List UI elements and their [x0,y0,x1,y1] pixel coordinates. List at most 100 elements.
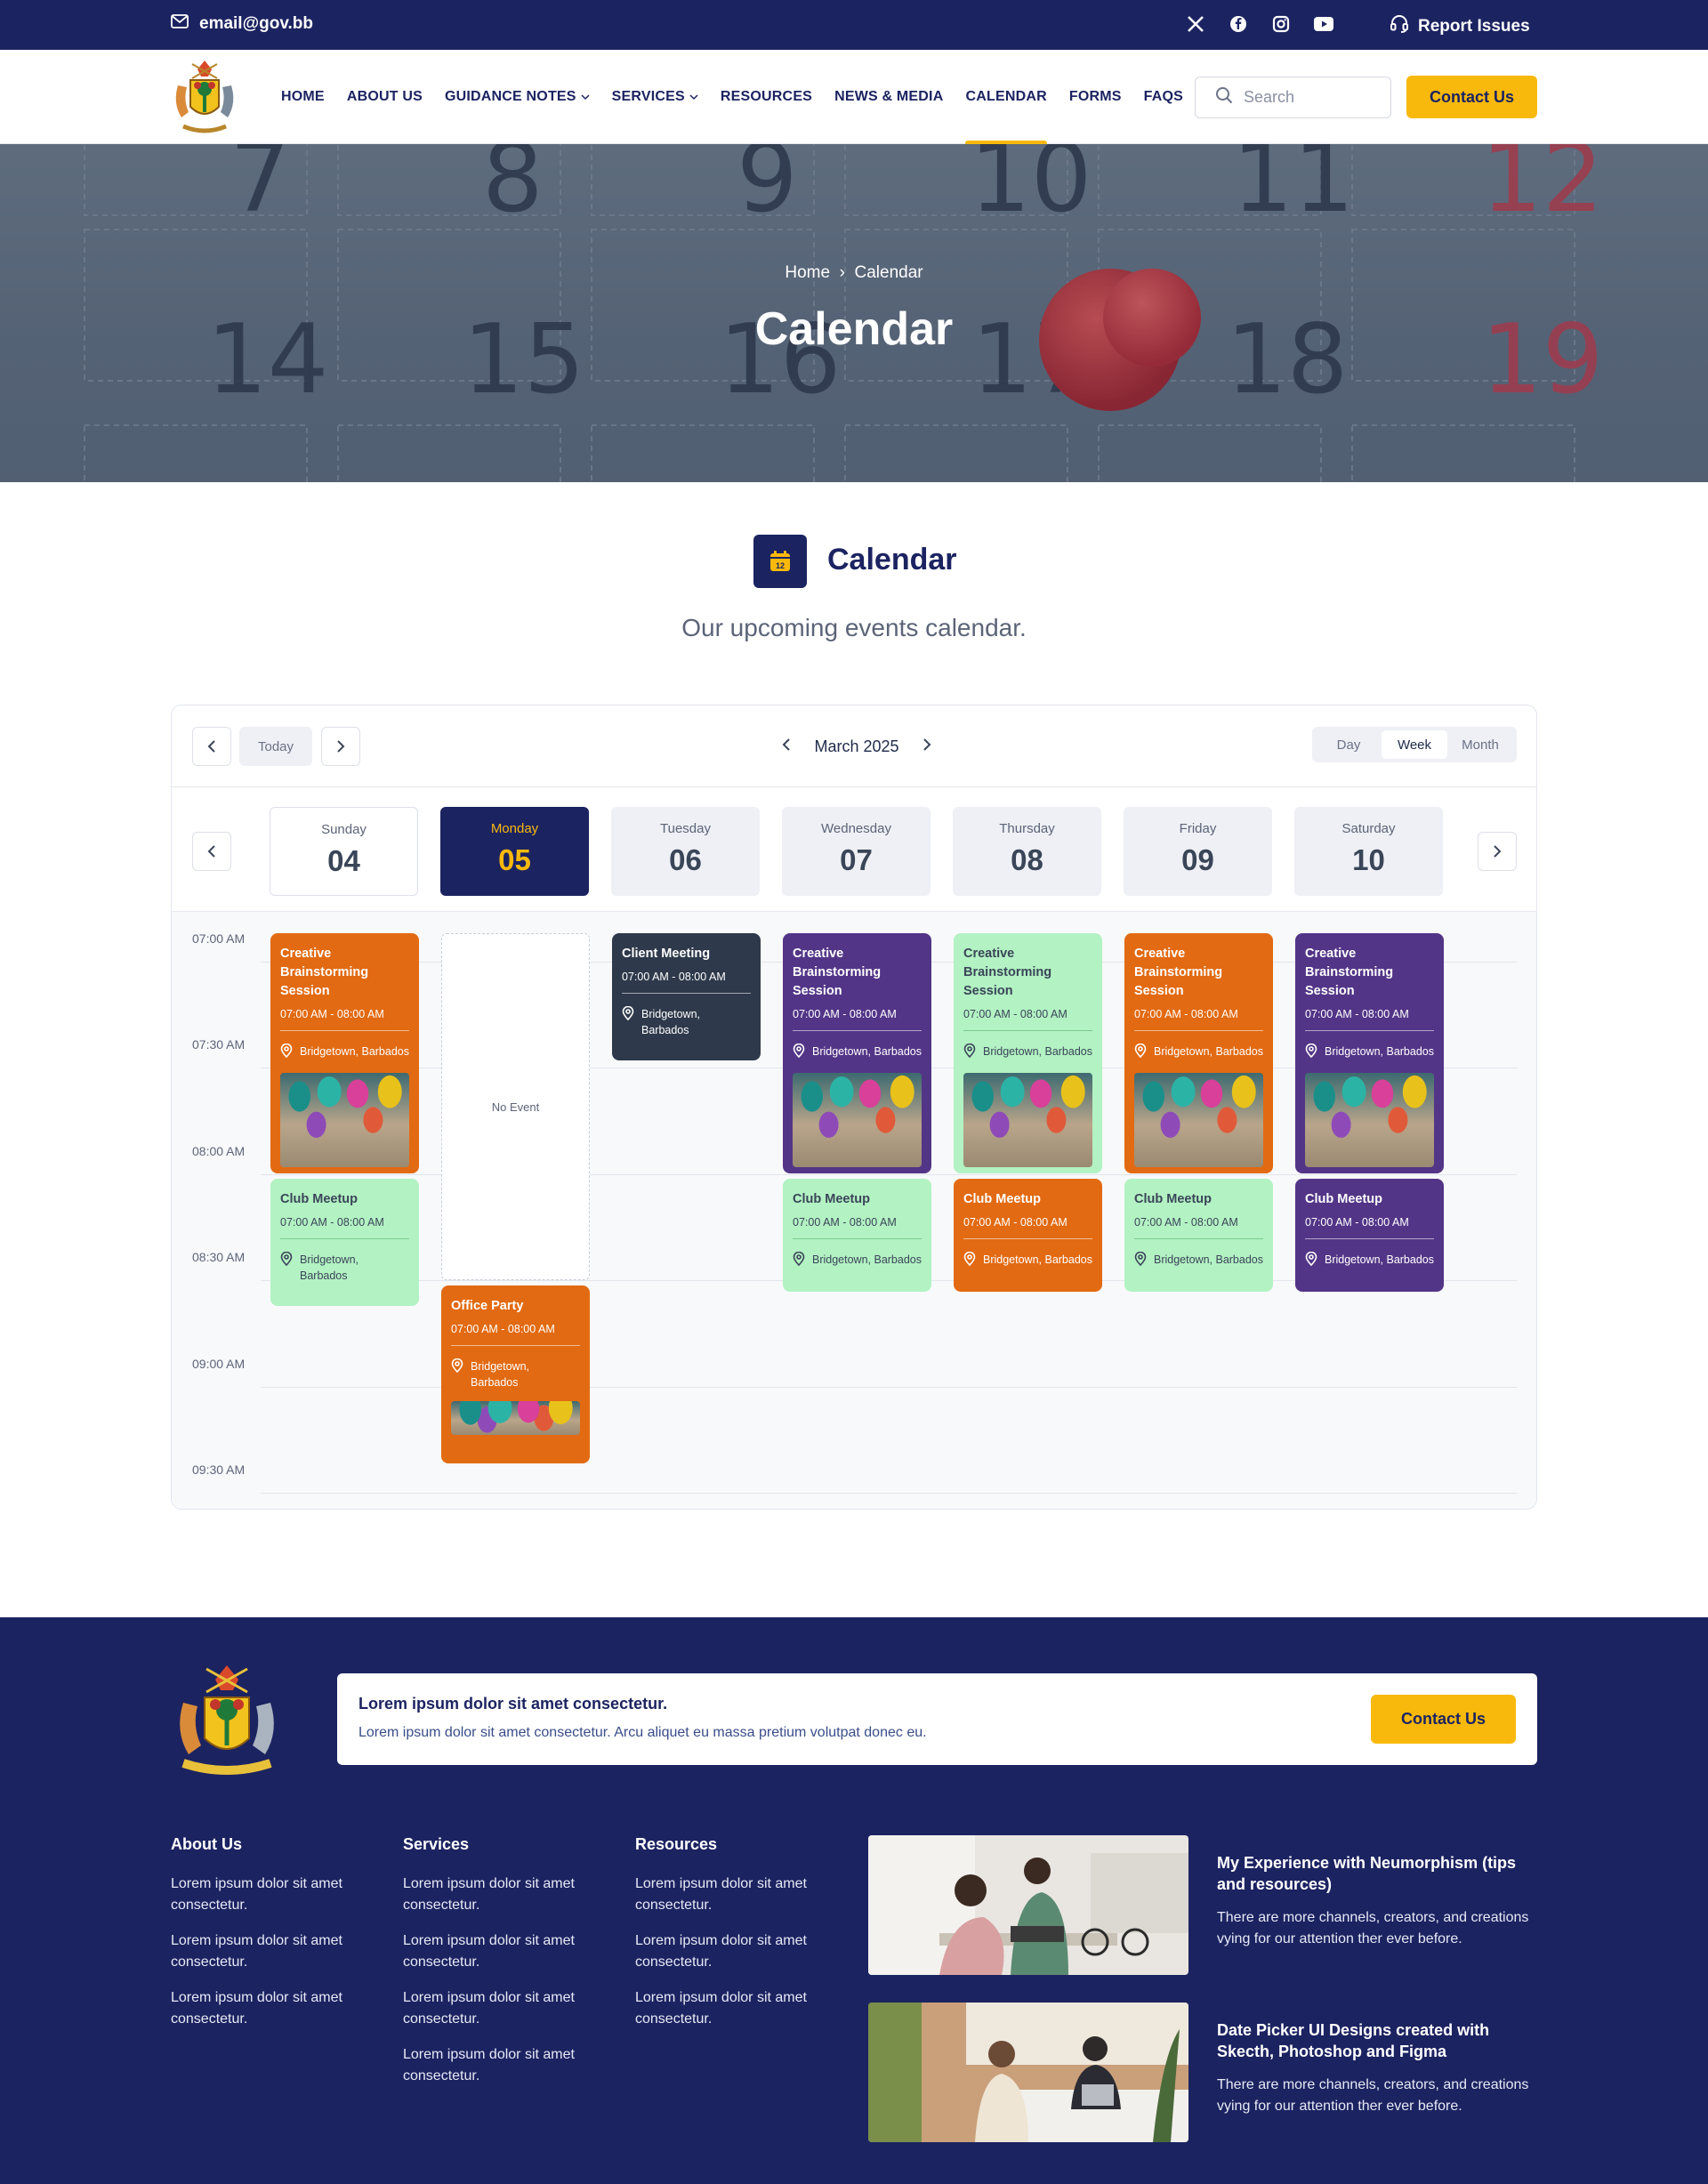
hero-banner: 7 8 9 10 11 12 14 15 16 17 18 19 Home › … [0,144,1708,482]
location-pin-icon [1134,1043,1147,1062]
event-location-text: Bridgetown, Barbados [300,1253,359,1282]
report-issues-link[interactable]: Report Issues [1390,14,1530,39]
footer-coat-of-arms-logo[interactable] [171,1660,283,1777]
nav-item-services[interactable]: SERVICES [612,50,698,144]
breadcrumb-home[interactable]: Home [785,263,830,282]
prev-button[interactable] [192,727,231,766]
footer-link[interactable]: Lorem ipsum dolor sit amet consectetur. [635,1874,840,1916]
day-card-thursday[interactable]: Thursday 08 [953,807,1101,896]
page-title: Calendar [754,303,954,355]
footer-col-about: About Us Lorem ipsum dolor sit amet cons… [171,1835,375,2044]
event-card[interactable]: Club Meetup 07:00 AM - 08:00 AM Bridgetown… [1295,1179,1444,1292]
day-card-sunday[interactable]: Sunday 04 [270,807,418,896]
nav-item-news-media[interactable]: NEWS & MEDIA [834,50,943,144]
day-date: 05 [498,843,531,876]
day-card-saturday[interactable]: Saturday 10 [1294,807,1443,896]
prev-month-icon[interactable] [782,737,791,756]
footer-link[interactable]: Lorem ipsum dolor sit amet consectetur. [635,1987,840,2030]
event-card[interactable]: Club Meetup 07:00 AM - 08:00 AM Bridgetown… [954,1179,1102,1292]
event-card[interactable]: Club Meetup 07:00 AM - 08:00 AM Bridgetown… [1124,1179,1273,1292]
event-card[interactable]: Club Meetup 07:00 AM - 08:00 AM Bridgetown… [270,1179,419,1306]
contact-us-button[interactable]: Contact Us [1406,76,1537,118]
event-location-text: Bridgetown, Barbados [471,1360,530,1389]
day-card-wednesday[interactable]: Wednesday 07 [782,807,931,896]
facebook-icon[interactable] [1229,14,1248,34]
event-card[interactable]: Office Party 07:00 AM - 08:00 AM Bridgetow… [441,1285,590,1463]
post-thumbnail-1[interactable] [868,1835,1188,1975]
event-card[interactable]: Client Meeting 07:00 AM - 08:00 AM Bridget… [612,933,761,1060]
today-button[interactable]: Today [239,727,312,766]
event-location: Bridgetown, Barbados [280,1043,409,1062]
event-location-text: Bridgetown, Barbados [812,1045,922,1058]
footer-link[interactable]: Lorem ipsum dolor sit amet consectetur. [171,1987,375,2030]
view-month-tab[interactable]: Month [1447,730,1513,759]
balloons-image [1305,1073,1434,1167]
event-card[interactable]: Creative Brainstorming Session 07:00 AM -… [1124,933,1273,1173]
instagram-icon[interactable] [1271,14,1291,34]
nav-item-about-us[interactable]: ABOUT US [347,50,423,144]
email-text: email@gov.bb [199,14,313,33]
event-time: 07:00 AM - 08:00 AM [963,1008,1092,1031]
event-location: Bridgetown, Barbados [1305,1043,1434,1062]
chevron-right-icon [337,740,345,753]
day-name: Saturday [1341,821,1396,836]
prev-week-button[interactable] [192,832,231,871]
next-button[interactable] [321,727,360,766]
post-excerpt: There are more channels, creators, and c… [1217,1910,1529,1946]
footer-link[interactable]: Lorem ipsum dolor sit amet consectetur. [171,1874,375,1916]
nav-item-label: CALENDAR [965,89,1047,104]
event-card[interactable]: Creative Brainstorming Session 07:00 AM -… [270,933,419,1173]
event-location-text: Bridgetown, Barbados [983,1253,1092,1266]
footer-link[interactable]: Lorem ipsum dolor sit amet consectetur. [403,1874,608,1916]
youtube-icon[interactable] [1314,14,1333,34]
footer-link[interactable]: Lorem ipsum dolor sit amet consectetur. [403,2044,608,2087]
time-label: 08:00 AM [192,1144,246,1158]
nav-item-calendar[interactable]: CALENDAR [965,50,1048,145]
event-card[interactable]: Creative Brainstorming Session 07:00 AM -… [783,933,931,1173]
x-twitter-icon[interactable] [1186,14,1205,34]
day-card-friday[interactable]: Friday 09 [1124,807,1272,896]
footer-contact-us-button[interactable]: Contact Us [1371,1695,1516,1744]
day-card-monday[interactable]: Monday 05 [440,807,589,896]
nav-item-faqs[interactable]: FAQS [1144,50,1183,144]
footer-col-services: Services Lorem ipsum dolor sit amet cons… [403,1835,608,2101]
event-time: 07:00 AM - 08:00 AM [1134,1008,1263,1031]
footer-link[interactable]: Lorem ipsum dolor sit amet consectetur. [635,1930,840,1973]
nav-item-home[interactable]: HOME [281,50,325,144]
nav-item-forms[interactable]: FORMS [1069,50,1122,144]
footer-col-title: Services [403,1835,470,1853]
month-label: March 2025 [814,737,899,755]
nav-item-label: ABOUT US [346,89,423,104]
event-time: 07:00 AM - 08:00 AM [793,1008,922,1031]
next-month-icon[interactable] [922,737,931,756]
month-switcher: March 2025 [741,725,972,768]
view-day-tab[interactable]: Day [1316,730,1382,759]
footer-link[interactable]: Lorem ipsum dolor sit amet consectetur. [403,1987,608,2030]
day-name: Friday [1179,821,1217,836]
event-title: Club Meetup [793,1192,870,1206]
location-pin-icon [793,1043,805,1062]
post-thumbnail-2[interactable] [868,2003,1188,2142]
email-link[interactable]: email@gov.bb [171,14,313,34]
cta-text: Lorem ipsum dolor sit amet consectetur. … [359,1725,927,1740]
location-pin-icon [963,1043,976,1062]
post-title[interactable]: My Experience with Neumorphism (tips and… [1217,1852,1537,1895]
nav-item-label: FAQS [1143,89,1183,104]
nav-item-guidance-notes[interactable]: GUIDANCE NOTES [445,50,590,144]
footer-link[interactable]: Lorem ipsum dolor sit amet consectetur. [403,1930,608,1973]
event-card[interactable]: Creative Brainstorming Session 07:00 AM -… [954,933,1102,1173]
next-week-button[interactable] [1478,832,1517,871]
day-name: Monday [490,821,539,836]
event-card[interactable]: Club Meetup 07:00 AM - 08:00 AM Bridgetown… [783,1179,931,1292]
search-input[interactable]: Search [1195,77,1391,118]
balloons-image [1134,1073,1263,1167]
event-card[interactable]: Creative Brainstorming Session 07:00 AM -… [1295,933,1444,1173]
nav-item-resources[interactable]: RESOURCES [721,50,812,144]
balloons-image [280,1073,409,1167]
day-card-tuesday[interactable]: Tuesday 06 [611,807,760,896]
view-week-tab[interactable]: Week [1382,730,1447,759]
footer-link[interactable]: Lorem ipsum dolor sit amet consectetur. [171,1930,375,1973]
main-navigation: HOME ABOUT US GUIDANCE NOTES SERVICES RESOUR… [0,50,1708,145]
post-title[interactable]: Date Picker UI Designs created with Skec… [1217,2019,1537,2062]
coat-of-arms-logo[interactable] [171,59,238,135]
